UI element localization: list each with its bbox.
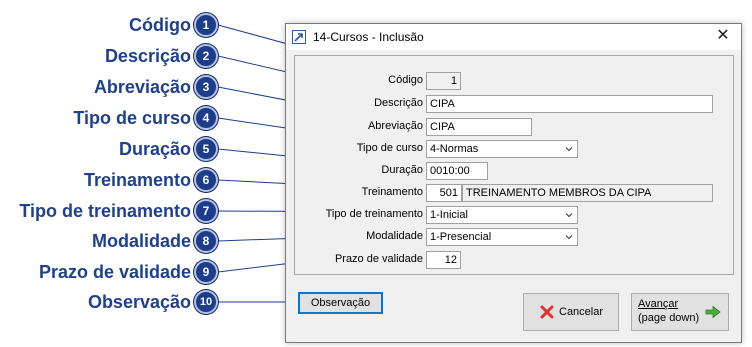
modalidade-value: 1-Presencial — [430, 231, 492, 243]
descricao-label: Descrição — [374, 97, 423, 109]
callout-label-7: Tipo de treinamento — [19, 201, 191, 221]
cancel-button[interactable]: Cancelar — [523, 293, 619, 331]
codigo-field: 1 — [426, 72, 461, 90]
callout-badge-9: 9 — [194, 260, 218, 284]
modalidade-select[interactable]: 1-Presencial — [426, 228, 578, 246]
treinamento-code-input[interactable]: 501 — [426, 184, 462, 202]
callout-label-2: Descrição — [104, 46, 191, 66]
tipo-treinamento-label: Tipo de treinamento — [325, 208, 423, 220]
tipo-curso-value: 4-Normas — [430, 143, 479, 155]
chevron-down-icon — [565, 235, 573, 240]
callout-badge-5: 5 — [194, 137, 218, 161]
callout-label-1: Código — [129, 15, 191, 35]
tipo-curso-label: Tipo de curso — [356, 142, 423, 154]
callout-label-3: Abreviação — [93, 77, 191, 97]
app-window-icon — [292, 30, 306, 44]
callout-badge-6: 6 — [194, 168, 218, 192]
form-panel: Código 1 Descrição CIPA Abreviação CIPA … — [294, 55, 734, 275]
red-x-icon — [540, 305, 554, 319]
callout-label-8: Modalidade — [91, 231, 191, 251]
prazo-validade-input[interactable]: 12 — [426, 251, 461, 269]
treinamento-name-field: TREINAMENTO MEMBROS DA CIPA — [462, 184, 713, 202]
duracao-input[interactable]: 0010:00 — [426, 162, 488, 180]
callout-badge-4: 4 — [194, 106, 218, 130]
modalidade-label: Modalidade — [366, 230, 423, 242]
callout-label-5: Duração — [118, 139, 191, 159]
tipo-treinamento-select[interactable]: 1-Inicial — [426, 206, 578, 224]
codigo-label: Código — [388, 74, 423, 86]
chevron-down-icon — [565, 147, 573, 152]
duracao-label: Duração — [381, 164, 423, 176]
observacao-button[interactable]: Observação — [298, 292, 383, 314]
next-button-label-2: (page down) — [638, 312, 700, 324]
callout-badge-1: 1 — [194, 13, 218, 37]
close-icon[interactable]: ✕ — [713, 26, 733, 46]
prazo-validade-label: Prazo de validade — [334, 253, 423, 265]
callout-badge-7: 7 — [194, 199, 218, 223]
treinamento-label: Treinamento — [361, 186, 423, 198]
dialog-titlebar[interactable]: 14-Cursos - Inclusão ✕ — [286, 24, 741, 50]
next-button-label-1: Avançar — [638, 298, 679, 310]
callout-badge-10: 10 — [194, 290, 218, 314]
green-arrow-right-icon — [705, 305, 721, 319]
descricao-input[interactable]: CIPA — [426, 95, 713, 113]
abreviacao-label: Abreviação — [367, 120, 423, 132]
chevron-down-icon — [565, 213, 573, 218]
tipo-curso-select[interactable]: 4-Normas — [426, 140, 578, 158]
callout-label-6: Treinamento — [83, 170, 191, 190]
callout-label-4: Tipo de curso — [73, 108, 191, 128]
callout-label-9: Prazo de validade — [38, 262, 191, 282]
callout-label-10: Observação — [87, 292, 191, 312]
callout-badge-8: 8 — [194, 229, 218, 253]
cursos-inclusao-dialog: 14-Cursos - Inclusão ✕ Código 1 Descriçã… — [285, 23, 742, 343]
abreviacao-input[interactable]: CIPA — [426, 118, 532, 136]
tipo-treinamento-value: 1-Inicial — [430, 209, 468, 221]
cancel-button-label: Cancelar — [559, 306, 604, 318]
callout-badge-3: 3 — [194, 75, 218, 99]
callout-badge-2: 2 — [194, 44, 218, 68]
dialog-title: 14-Cursos - Inclusão — [313, 30, 424, 44]
next-button[interactable]: Avançar (page down) — [631, 293, 729, 331]
observacao-button-label: Observação — [310, 297, 371, 309]
